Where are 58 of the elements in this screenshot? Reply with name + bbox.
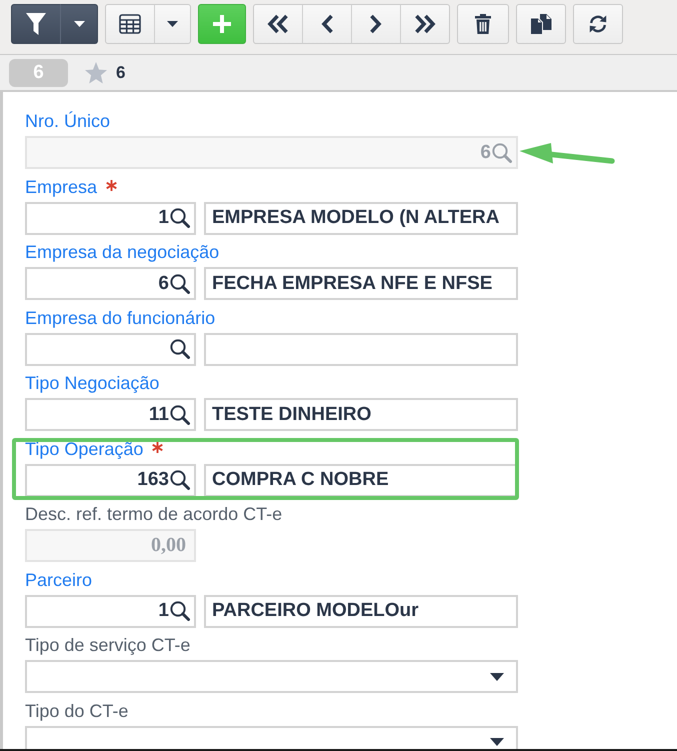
filter-menu-button[interactable]: [60, 4, 98, 44]
first-record-button[interactable]: [253, 4, 303, 44]
search-icon[interactable]: [170, 274, 190, 294]
search-icon[interactable]: [170, 470, 190, 490]
field-label: Desc. ref. termo de acordo CT-e: [25, 503, 282, 525]
code-field[interactable]: [25, 332, 196, 366]
caret-icon: [490, 738, 504, 746]
previous-record-button[interactable]: [302, 4, 352, 44]
table-view-button[interactable]: [105, 4, 155, 44]
field-label: Empresa: [25, 176, 98, 198]
description-field[interactable]: COMPRA C NOBRE: [204, 464, 518, 496]
star-icon[interactable]: [85, 62, 107, 84]
field-label: Empresa do funcionário: [25, 306, 216, 328]
description-field[interactable]: PARCEIRO MODELOur: [204, 594, 518, 628]
funnel-icon: [26, 13, 46, 35]
copy-icon: [530, 14, 552, 34]
chevron-left-icon: [321, 14, 333, 34]
field-label: Tipo do CT-e: [25, 700, 128, 722]
description-field[interactable]: [204, 332, 518, 366]
record-count: 6: [116, 62, 126, 82]
double-chevron-right-icon: [414, 14, 436, 34]
next-record-button[interactable]: [351, 4, 401, 44]
plus-icon: [213, 15, 231, 33]
delete-button[interactable]: [457, 4, 509, 44]
code-field[interactable]: 1: [25, 594, 196, 628]
caret-icon: [167, 21, 178, 27]
search-icon[interactable]: [170, 404, 190, 424]
dropdown-field[interactable]: [25, 660, 518, 693]
add-button[interactable]: [198, 4, 246, 44]
chevron-right-icon: [370, 14, 382, 34]
description-field[interactable]: TESTE DINHEIRO: [204, 398, 518, 431]
double-chevron-left-icon: [267, 14, 289, 34]
field-label: Parceiro: [25, 568, 92, 590]
table-icon: [119, 14, 141, 34]
view-menu-button[interactable]: [154, 4, 191, 44]
dropdown-field[interactable]: [25, 726, 518, 749]
description-field[interactable]: EMPRESA MODELO (N ALTERA: [204, 202, 518, 234]
code-field[interactable]: 6: [25, 267, 196, 300]
search-icon[interactable]: [170, 208, 190, 228]
caret-icon: [490, 672, 504, 680]
code-field[interactable]: 163: [25, 464, 196, 496]
field-label: Empresa da negociação: [25, 241, 220, 263]
code-field[interactable]: 11: [25, 398, 196, 431]
last-record-button[interactable]: [400, 4, 450, 44]
search-icon[interactable]: [170, 339, 190, 359]
filter-button[interactable]: [11, 4, 61, 44]
code-field[interactable]: 1: [25, 202, 196, 234]
refresh-icon: [588, 14, 608, 34]
refresh-button[interactable]: [573, 4, 623, 44]
trash-icon: [475, 14, 491, 34]
description-field[interactable]: FECHA EMPRESA NFE E NFSE: [204, 267, 518, 300]
field-label: Tipo Negociação: [25, 372, 160, 394]
caret-icon: [74, 21, 84, 27]
search-icon[interactable]: [170, 601, 190, 621]
field-label: Nro. Único: [25, 110, 110, 132]
field-label: Tipo de serviço CT-e: [25, 634, 190, 656]
duplicate-button[interactable]: [516, 4, 566, 44]
field-label: Tipo Operação: [25, 438, 144, 460]
